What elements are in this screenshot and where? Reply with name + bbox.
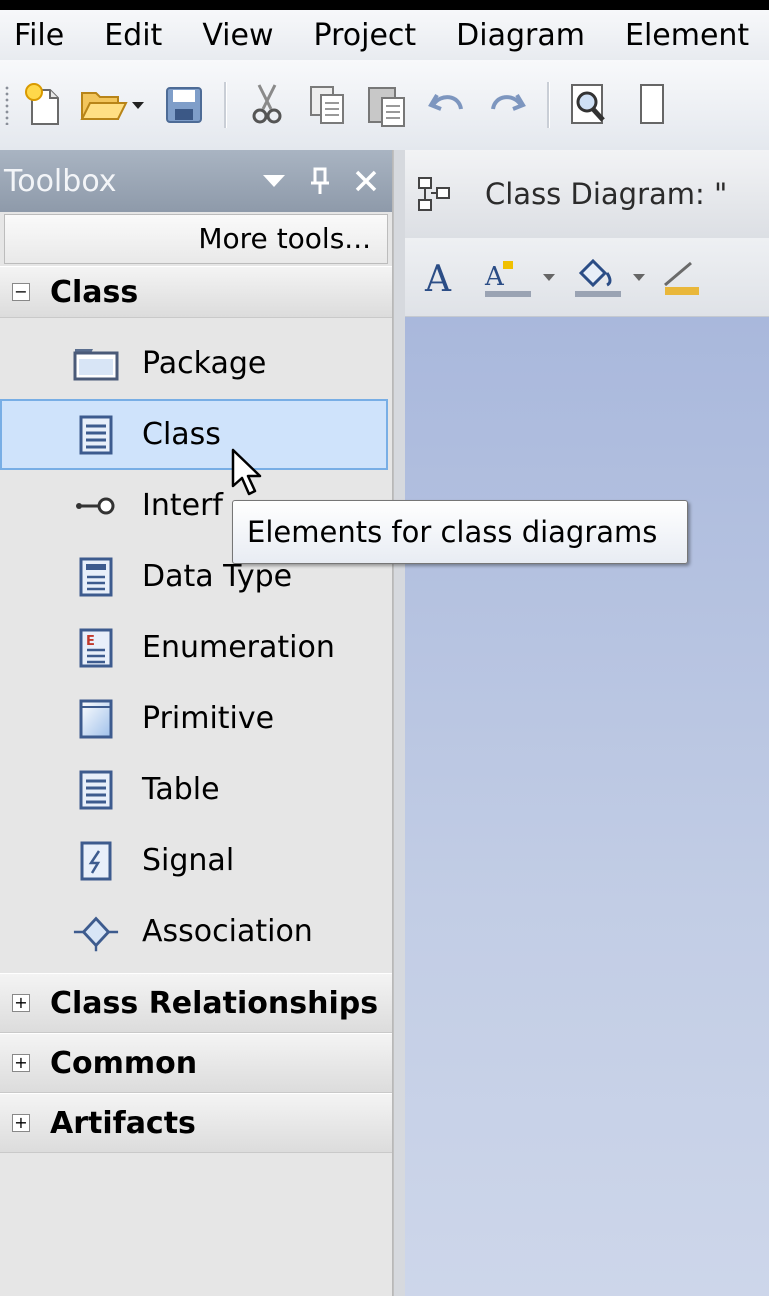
save-icon[interactable]	[158, 77, 210, 133]
enumeration-icon: E	[72, 628, 120, 668]
cut-icon[interactable]	[241, 77, 293, 133]
toolbox-item-primitive[interactable]: Primitive	[0, 683, 388, 754]
undo-icon[interactable]	[421, 77, 473, 133]
format-toolbar: A A	[405, 238, 769, 317]
top-border	[0, 0, 769, 10]
font-color-dropdown[interactable]	[543, 273, 555, 281]
new-file-icon[interactable]	[18, 77, 70, 133]
page-icon[interactable]	[624, 77, 676, 133]
section-class[interactable]: − Class	[0, 266, 392, 318]
diagram-tab[interactable]: Class Diagram: "	[405, 150, 769, 238]
toolbox-panel: Toolbox More tools... − Class Package Cl…	[0, 150, 393, 1296]
menu-edit[interactable]: Edit	[104, 18, 162, 53]
table-icon	[72, 770, 120, 810]
collapse-icon[interactable]: −	[12, 283, 30, 301]
menu-project[interactable]: Project	[314, 18, 417, 53]
open-folder-icon[interactable]	[78, 77, 130, 133]
section-label: Artifacts	[50, 1105, 196, 1141]
item-label: Interf	[142, 488, 223, 523]
toolbar-separator	[547, 82, 550, 128]
association-icon	[72, 912, 120, 952]
menu-view[interactable]: View	[202, 18, 273, 53]
item-label: Primitive	[142, 701, 275, 736]
fill-color-icon[interactable]	[571, 255, 625, 299]
item-label: Table	[142, 772, 220, 807]
diagram-canvas[interactable]	[405, 317, 769, 1296]
line-color-icon[interactable]	[661, 255, 701, 299]
item-label: Enumeration	[142, 630, 335, 665]
diagram-area: Class Diagram: " A A	[405, 150, 769, 1296]
section-common[interactable]: + Common	[0, 1033, 392, 1093]
close-icon[interactable]	[346, 161, 386, 201]
toolbox-item-enumeration[interactable]: E Enumeration	[0, 612, 388, 683]
interface-icon	[72, 486, 120, 526]
toolbox-item-table[interactable]: Table	[0, 754, 388, 825]
paste-icon[interactable]	[361, 77, 413, 133]
section-label: Class Relationships	[50, 985, 379, 1021]
signal-icon	[72, 841, 120, 881]
menu-element[interactable]: Element	[625, 18, 749, 53]
expand-icon[interactable]: +	[12, 1054, 30, 1072]
section-class-relationships[interactable]: + Class Relationships	[0, 973, 392, 1033]
toolbar-separator	[224, 82, 227, 128]
font-color-icon[interactable]: A	[481, 255, 535, 299]
copy-icon[interactable]	[301, 77, 353, 133]
section-label: Class	[50, 274, 139, 310]
svg-text:A: A	[484, 262, 505, 292]
more-tools-button[interactable]: More tools...	[4, 214, 388, 264]
font-icon[interactable]: A	[423, 257, 463, 297]
svg-text:E: E	[86, 634, 95, 649]
primitive-icon	[72, 699, 120, 739]
toolbar-grip[interactable]	[4, 85, 10, 125]
expand-icon[interactable]: +	[12, 1114, 30, 1132]
item-label: Signal	[142, 843, 235, 878]
menu-bar: File Edit View Project Diagram Element	[0, 10, 769, 60]
fill-color-dropdown[interactable]	[633, 273, 645, 281]
data-type-icon	[72, 557, 120, 597]
section-label: Common	[50, 1045, 198, 1081]
find-icon[interactable]	[564, 77, 616, 133]
section-artifacts[interactable]: + Artifacts	[0, 1093, 392, 1153]
expand-icon[interactable]: +	[12, 994, 30, 1012]
menu-file[interactable]: File	[14, 18, 64, 53]
tooltip: Elements for class diagrams	[232, 500, 688, 564]
svg-text:A: A	[424, 259, 452, 297]
toolbox-item-class[interactable]: Class	[0, 399, 388, 470]
redo-icon[interactable]	[481, 77, 533, 133]
item-label: Class	[142, 417, 221, 452]
toolbox-item-association[interactable]: Association	[0, 896, 388, 967]
toolbox-title: Toolbox	[4, 163, 117, 199]
mouse-cursor-icon	[230, 448, 264, 498]
diagram-tab-title: Class Diagram: "	[485, 177, 728, 211]
toolbox-item-signal[interactable]: Signal	[0, 825, 388, 896]
item-label: Data Type	[142, 559, 293, 594]
main-toolbar	[0, 60, 769, 150]
item-label: Package	[142, 346, 267, 381]
item-label: Association	[142, 914, 313, 949]
toolbox-header: Toolbox	[0, 150, 392, 212]
class-icon	[72, 415, 120, 455]
class-items-list: Package Class Interf Data Type E Enumera…	[0, 318, 392, 967]
pin-icon[interactable]	[300, 161, 340, 201]
dropdown-arrow-icon[interactable]	[254, 161, 294, 201]
open-dropdown-arrow[interactable]	[132, 101, 144, 109]
toolbox-item-package[interactable]: Package	[0, 328, 388, 399]
diagram-icon	[415, 174, 455, 214]
package-icon	[72, 344, 120, 384]
menu-diagram[interactable]: Diagram	[456, 18, 585, 53]
